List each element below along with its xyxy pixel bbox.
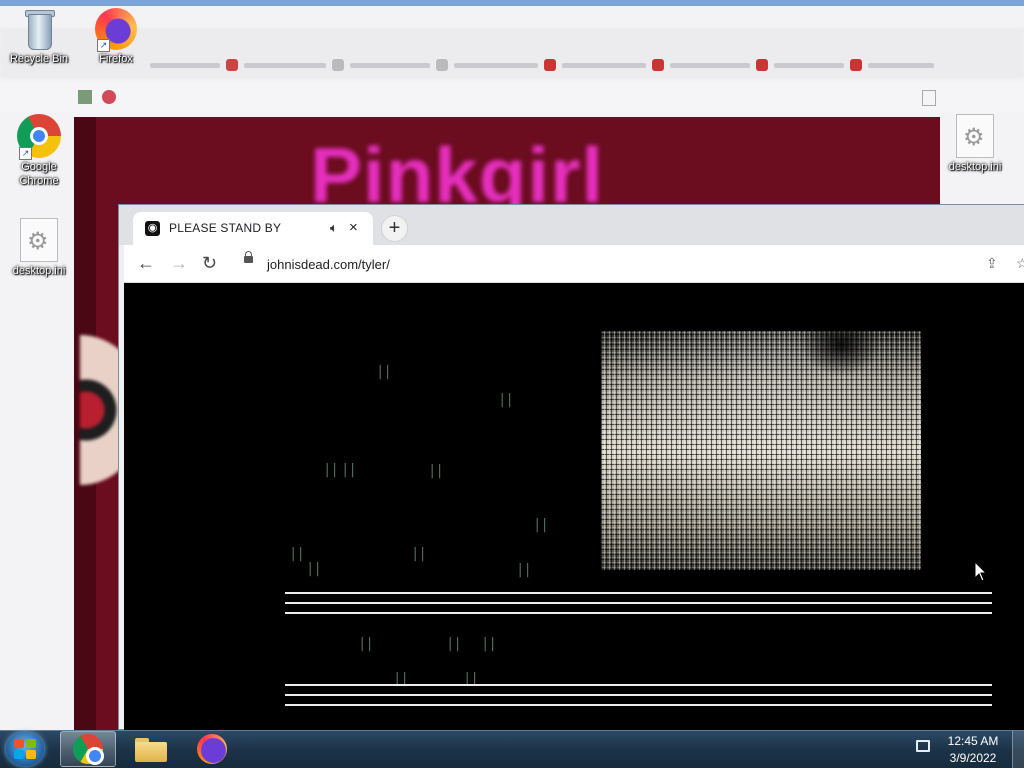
staff-line xyxy=(285,684,992,686)
desktop-icon-desktop-ini[interactable]: desktop.ini xyxy=(4,218,74,278)
recycle-bin-icon xyxy=(22,6,56,50)
background-extension-icon xyxy=(102,90,116,104)
mouse-cursor-icon xyxy=(974,561,988,582)
shortcut-arrow-icon: ↗ xyxy=(19,147,32,160)
glyph-mark: || xyxy=(446,636,462,652)
staff-line xyxy=(285,612,992,614)
chrome-icon xyxy=(73,734,104,765)
clock-time: 12:45 AM xyxy=(947,734,999,748)
forward-button[interactable]: → xyxy=(170,253,188,274)
static-dark-patch xyxy=(801,331,881,376)
desktop-icon-label: Google Chrome xyxy=(19,161,59,187)
new-tab-button[interactable]: + xyxy=(381,215,408,242)
url-text[interactable]: johnisdead.com/tyler/ xyxy=(267,257,390,272)
eye-icon: ◉ xyxy=(145,221,160,236)
staff-line xyxy=(285,602,992,604)
glyph-mark: || xyxy=(498,392,514,408)
background-window-titlebar xyxy=(0,0,1024,6)
glyph-mark: || xyxy=(481,636,497,652)
background-bookmarks-bar xyxy=(150,58,934,72)
background-toolbar xyxy=(0,82,1024,112)
settings-file-icon xyxy=(956,114,994,158)
glyph-mark: || xyxy=(306,561,322,577)
staff-line xyxy=(285,704,992,706)
firefox-icon: ↗ xyxy=(95,8,137,52)
glyph-mark: || xyxy=(376,364,392,380)
desktop-icon-firefox[interactable]: ↗ Firefox xyxy=(81,8,151,66)
glyph-mark: || xyxy=(358,636,374,652)
star-icon[interactable]: ☆ xyxy=(1016,255,1024,272)
windows-start-icon xyxy=(14,739,36,759)
share-icon[interactable]: ⇪ xyxy=(986,255,998,272)
reload-button[interactable]: ↻ xyxy=(202,253,217,274)
settings-file-icon xyxy=(20,218,58,262)
glyph-mark: || xyxy=(516,562,532,578)
back-button[interactable]: ← xyxy=(137,253,155,274)
file-explorer-icon xyxy=(135,736,167,762)
desktop-icon-recycle-bin[interactable]: Recycle Bin xyxy=(4,6,74,66)
taskbar-clock[interactable]: 12:45 AM 3/9/2022 xyxy=(940,733,1006,767)
tab-title: PLEASE STAND BY xyxy=(169,221,282,235)
background-page-icon xyxy=(922,90,936,106)
firefox-icon xyxy=(197,734,227,764)
clock-date: 3/9/2022 xyxy=(949,751,997,765)
desktop-icon-label: desktop.ini xyxy=(12,265,66,277)
desktop-icon-google-chrome[interactable]: ↗ Google Chrome xyxy=(4,114,74,188)
desktop-icon-label: desktop.ini xyxy=(948,161,1002,173)
glyph-mark: || xyxy=(341,462,357,478)
shortcut-arrow-icon: ↗ xyxy=(97,39,110,52)
desktop-icon-desktop-ini[interactable]: desktop.ini xyxy=(940,114,1010,174)
chrome-icon: ↗ xyxy=(17,114,61,160)
lock-icon[interactable] xyxy=(244,251,253,263)
glyph-mark: || xyxy=(323,462,339,478)
desktop-icon-label: Firefox xyxy=(99,53,133,65)
glyph-mark: || xyxy=(533,517,549,533)
speaker-icon[interactable]: 🔈︎ xyxy=(330,220,338,236)
glyph-mark: || xyxy=(428,463,444,479)
glyph-mark: || xyxy=(289,546,305,562)
background-extension-icon xyxy=(78,90,92,104)
staff-line xyxy=(285,694,992,696)
staff-line xyxy=(285,592,992,594)
tab-close-button[interactable]: × xyxy=(349,219,358,236)
desktop-icon-label: Recycle Bin xyxy=(9,53,69,65)
network-icon[interactable] xyxy=(916,740,930,752)
glyph-mark: || xyxy=(411,546,427,562)
show-desktop-button[interactable] xyxy=(1012,731,1024,768)
